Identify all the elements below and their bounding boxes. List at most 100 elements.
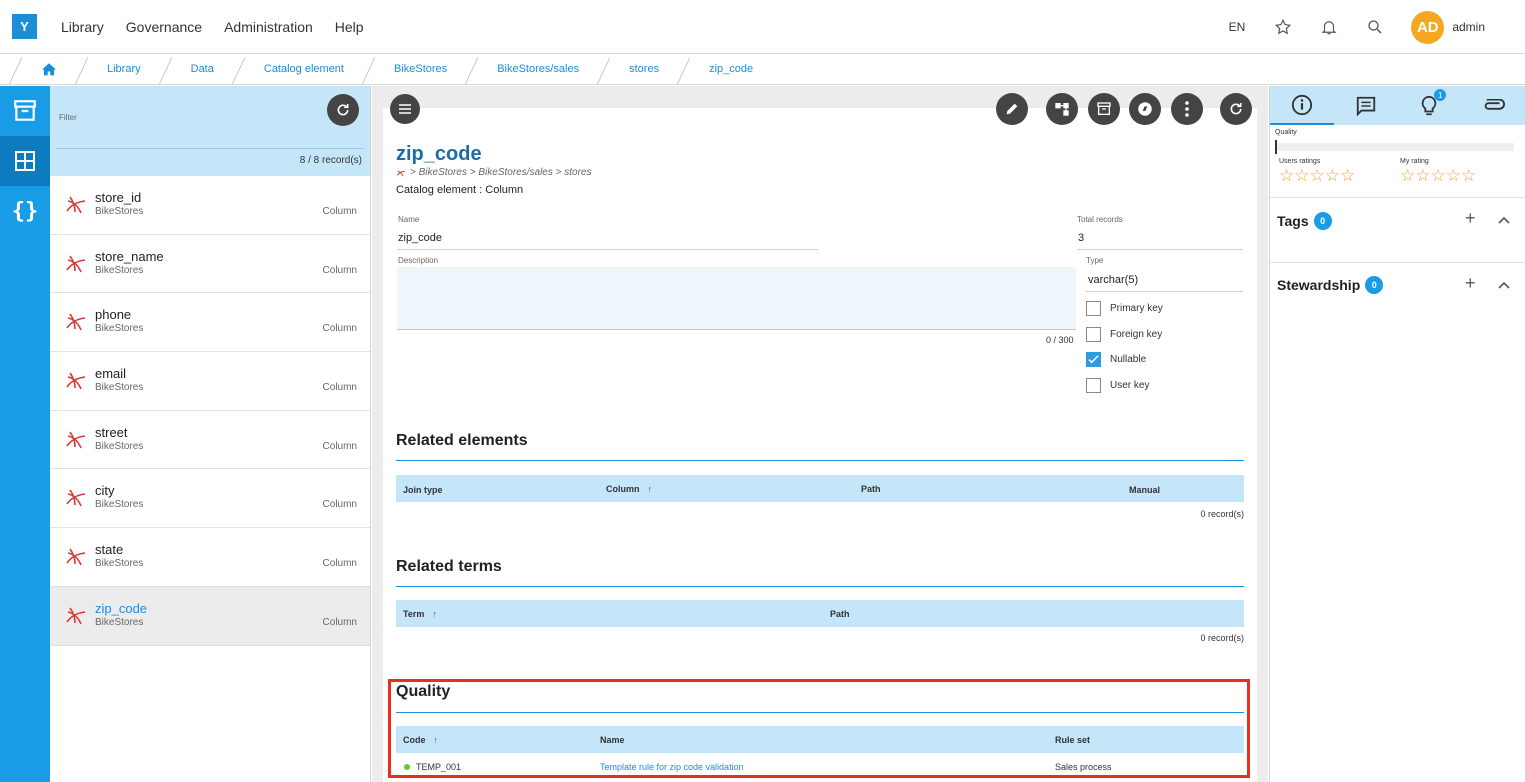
list-item-type: Column <box>322 440 357 452</box>
list-item[interactable]: city BikeStores Column <box>50 469 370 529</box>
list-item[interactable]: phone BikeStores Column <box>50 293 370 353</box>
filter-box: Filter 8 / 8 record(s) <box>50 86 370 176</box>
col-path[interactable]: Path <box>861 484 881 494</box>
col-join-type[interactable]: Join type <box>403 485 443 495</box>
list-item-name: city <box>95 483 115 499</box>
list-item-selected[interactable]: zip_code BikeStores Column <box>50 586 370 646</box>
col-term-label: Term <box>403 609 425 619</box>
foreign-key-checkbox[interactable] <box>1086 327 1101 342</box>
col-term-path[interactable]: Path <box>830 609 850 619</box>
tab-suggestions[interactable]: 1 <box>1398 86 1462 125</box>
name-field[interactable]: zip_code <box>398 232 442 244</box>
lineage-button[interactable] <box>1046 93 1078 125</box>
list-item[interactable]: store_name BikeStores Column <box>50 235 370 294</box>
breadcrumb-separator <box>361 54 377 85</box>
list-item-type: Column <box>322 323 357 335</box>
element-path-text[interactable]: > BikeStores > BikeStores/sales > stores <box>410 167 591 178</box>
username[interactable]: admin <box>1452 20 1485 34</box>
related-terms-count: 0 record(s) <box>1200 633 1244 643</box>
quality-rule-link[interactable]: Template rule for zip code validation <box>600 762 744 772</box>
rail-archive-button[interactable] <box>0 86 50 136</box>
rail-grid-button[interactable] <box>0 136 50 186</box>
list-item-db: BikeStores <box>95 616 144 628</box>
app-logo[interactable]: Y <box>12 14 37 39</box>
list-item-name: store_name <box>95 248 164 264</box>
col-code[interactable]: Code ↑ <box>403 735 438 745</box>
list-item-db: BikeStores <box>95 382 144 394</box>
record-count: 8 / 8 record(s) <box>299 155 362 166</box>
list-item-db: BikeStores <box>95 206 144 217</box>
tab-info[interactable] <box>1270 86 1334 125</box>
col-term[interactable]: Term ↑ <box>403 609 437 619</box>
explore-button[interactable] <box>1129 93 1161 125</box>
sort-arrow-icon: ↑ <box>432 609 437 619</box>
add-steward-icon[interactable]: + <box>1465 273 1476 294</box>
sort-arrow-icon: ↑ <box>647 484 653 494</box>
col-name[interactable]: Name <box>600 735 625 745</box>
avatar[interactable]: AD <box>1411 10 1445 44</box>
breadcrumb-bikestores-sales[interactable]: BikeStores/sales <box>480 63 596 75</box>
star-icon[interactable] <box>1273 17 1293 37</box>
quality-bar <box>1277 143 1514 151</box>
list-item-type: Column <box>322 206 357 217</box>
breadcrumb-stores[interactable]: stores <box>612 63 676 75</box>
nullable-checkbox[interactable] <box>1086 352 1101 367</box>
breadcrumb-catalog-element[interactable]: Catalog element <box>247 63 361 75</box>
search-icon[interactable] <box>1365 17 1385 37</box>
breadcrumb-data[interactable]: Data <box>174 63 231 75</box>
refresh-button[interactable] <box>1220 93 1252 125</box>
breadcrumb-library[interactable]: Library <box>90 63 158 75</box>
tab-comments[interactable] <box>1334 86 1398 125</box>
refresh-list-button[interactable] <box>327 94 359 126</box>
description-field[interactable] <box>397 267 1076 330</box>
list-item-db: BikeStores <box>95 499 144 511</box>
archive-button[interactable] <box>1088 93 1120 125</box>
edit-button[interactable] <box>996 93 1028 125</box>
type-underline <box>1086 291 1243 292</box>
archive-icon <box>14 100 36 121</box>
list-item-db: BikeStores <box>95 558 144 570</box>
nav-library[interactable]: Library <box>61 19 104 35</box>
nav-help[interactable]: Help <box>335 19 364 35</box>
primary-key-checkbox[interactable] <box>1086 301 1101 316</box>
filter-input[interactable]: Filter <box>59 113 77 122</box>
menu-button[interactable] <box>390 94 420 124</box>
rail-braces-button[interactable]: {} <box>0 186 50 236</box>
more-vertical-icon <box>1185 101 1189 117</box>
col-rule-set[interactable]: Rule set <box>1055 735 1090 745</box>
list-item[interactable]: store_id BikeStores Column <box>50 176 370 235</box>
users-rating-stars-icon: ☆☆☆☆☆ <box>1279 166 1356 185</box>
related-elements-header: Join type Column ↑ Path Manual <box>396 475 1244 502</box>
tab-attachments[interactable] <box>1461 86 1525 125</box>
col-column[interactable]: Column ↑ <box>606 484 652 494</box>
pencil-icon <box>1006 103 1018 115</box>
add-tag-icon[interactable]: + <box>1465 208 1476 229</box>
col-manual[interactable]: Manual <box>1129 485 1160 495</box>
nav-administration[interactable]: Administration <box>224 19 313 35</box>
home-icon[interactable] <box>24 62 74 76</box>
list-item-name: store_id <box>95 190 142 205</box>
related-elements-divider <box>396 460 1244 461</box>
nullable-label: Nullable <box>1110 354 1147 365</box>
bell-icon[interactable] <box>1319 17 1339 37</box>
my-rating-stars-icon[interactable]: ☆☆☆☆☆ <box>1400 166 1476 186</box>
breadcrumb-zip-code[interactable]: zip_code <box>692 63 770 75</box>
list-item[interactable]: state BikeStores Column <box>50 528 370 587</box>
language-selector[interactable]: EN <box>1229 20 1246 34</box>
nav-governance[interactable]: Governance <box>126 19 202 35</box>
related-elements-title: Related elements <box>396 432 528 449</box>
users-ratings-label: Users ratings <box>1279 158 1321 165</box>
list-item-db: BikeStores <box>95 440 144 452</box>
user-key-checkbox[interactable] <box>1086 378 1101 393</box>
sqlserver-icon <box>66 196 86 214</box>
total-records-underline <box>1077 249 1243 250</box>
list-item[interactable]: street BikeStores Column <box>50 411 370 470</box>
grid-icon <box>15 151 35 171</box>
breadcrumb-separator <box>676 54 692 85</box>
list-item[interactable]: email BikeStores Column <box>50 352 370 411</box>
type-value: varchar(5) <box>1088 274 1139 286</box>
breadcrumb-bikestores[interactable]: BikeStores <box>377 63 464 75</box>
list-item-name: state <box>95 542 124 558</box>
more-button[interactable] <box>1171 93 1203 125</box>
element-list-panel: Filter 8 / 8 record(s) store_id BikeStor… <box>50 86 371 782</box>
